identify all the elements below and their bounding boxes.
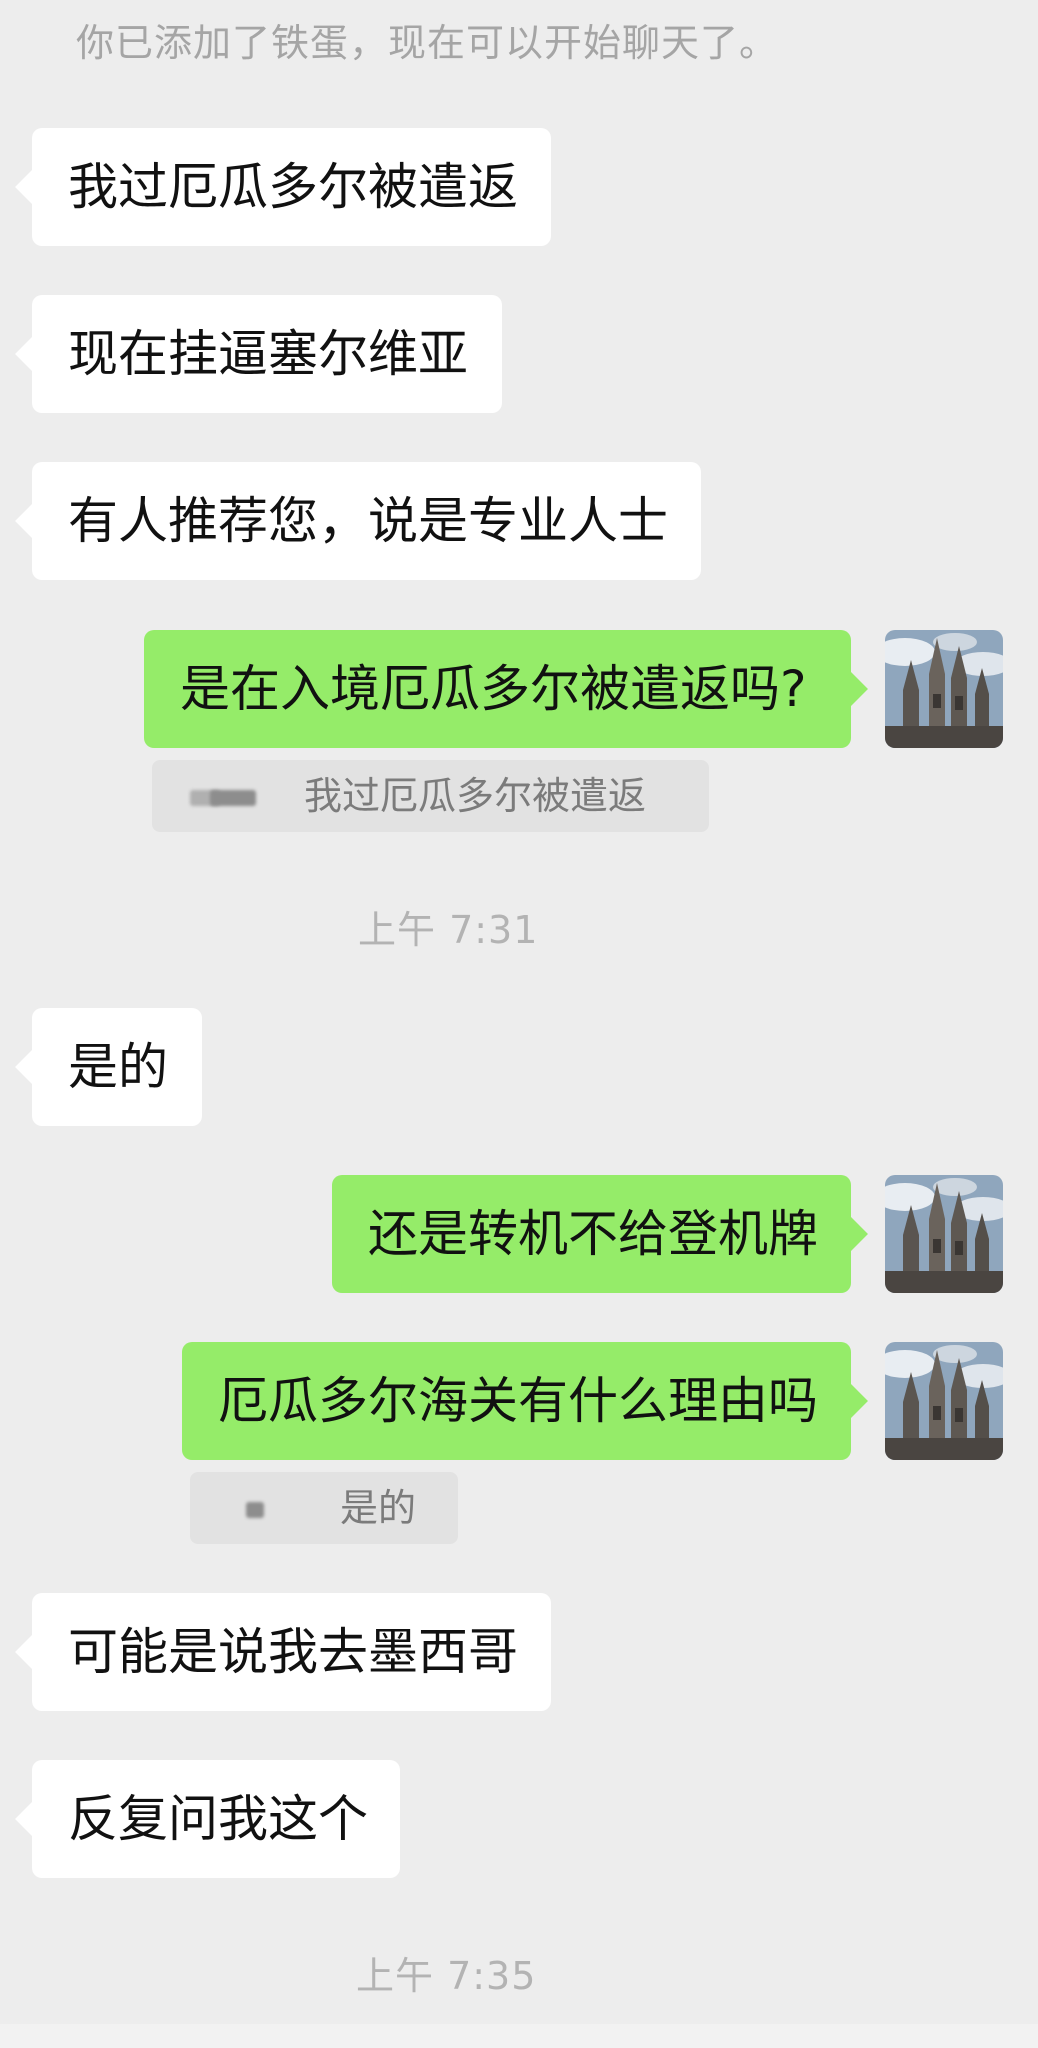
input-bar-edge <box>0 2024 1038 2048</box>
chat-area[interactable]: 你已添加了铁蛋，现在可以开始聊天了。 我过厄瓜多尔被遣返 现在挂逼塞尔维亚 有人… <box>0 0 1038 2048</box>
message-bubble-outgoing[interactable]: 还是转机不给登机牌 <box>332 1175 851 1293</box>
quoted-text: 我过厄瓜多尔被遣返 <box>304 774 647 818</box>
message-bubble-incoming[interactable]: 有人推荐您，说是专业人士 <box>32 462 701 580</box>
user-avatar[interactable] <box>885 1175 1003 1293</box>
cathedral-photo-avatar-icon <box>885 1342 1003 1460</box>
cathedral-photo-avatar-icon <box>885 1175 1003 1293</box>
quoted-reply[interactable]: 我过厄瓜多尔被遣返 <box>152 760 709 832</box>
quoted-reply[interactable]: 是的 <box>190 1472 458 1544</box>
system-notice: 你已添加了铁蛋，现在可以开始聊天了。 <box>76 21 779 65</box>
message-bubble-incoming[interactable]: 反复问我这个 <box>32 1760 400 1878</box>
message-bubble-outgoing[interactable]: 是在入境厄瓜多尔被遣返吗? <box>144 630 851 748</box>
redacted-sender <box>210 790 256 806</box>
quoted-text: 是的 <box>340 1486 417 1530</box>
message-bubble-incoming[interactable]: 我过厄瓜多尔被遣返 <box>32 128 551 246</box>
redacted-sender <box>246 1502 264 1518</box>
message-bubble-incoming[interactable]: 现在挂逼塞尔维亚 <box>32 295 502 413</box>
user-avatar[interactable] <box>885 1342 1003 1460</box>
timestamp: 上午 7:31 <box>358 908 539 952</box>
message-bubble-incoming[interactable]: 是的 <box>32 1008 202 1126</box>
user-avatar[interactable] <box>885 630 1003 748</box>
message-bubble-incoming[interactable]: 可能是说我去墨西哥 <box>32 1593 551 1711</box>
message-bubble-outgoing[interactable]: 厄瓜多尔海关有什么理由吗 <box>182 1342 851 1460</box>
timestamp: 上午 7:35 <box>356 1954 537 1998</box>
cathedral-photo-avatar-icon <box>885 630 1003 748</box>
